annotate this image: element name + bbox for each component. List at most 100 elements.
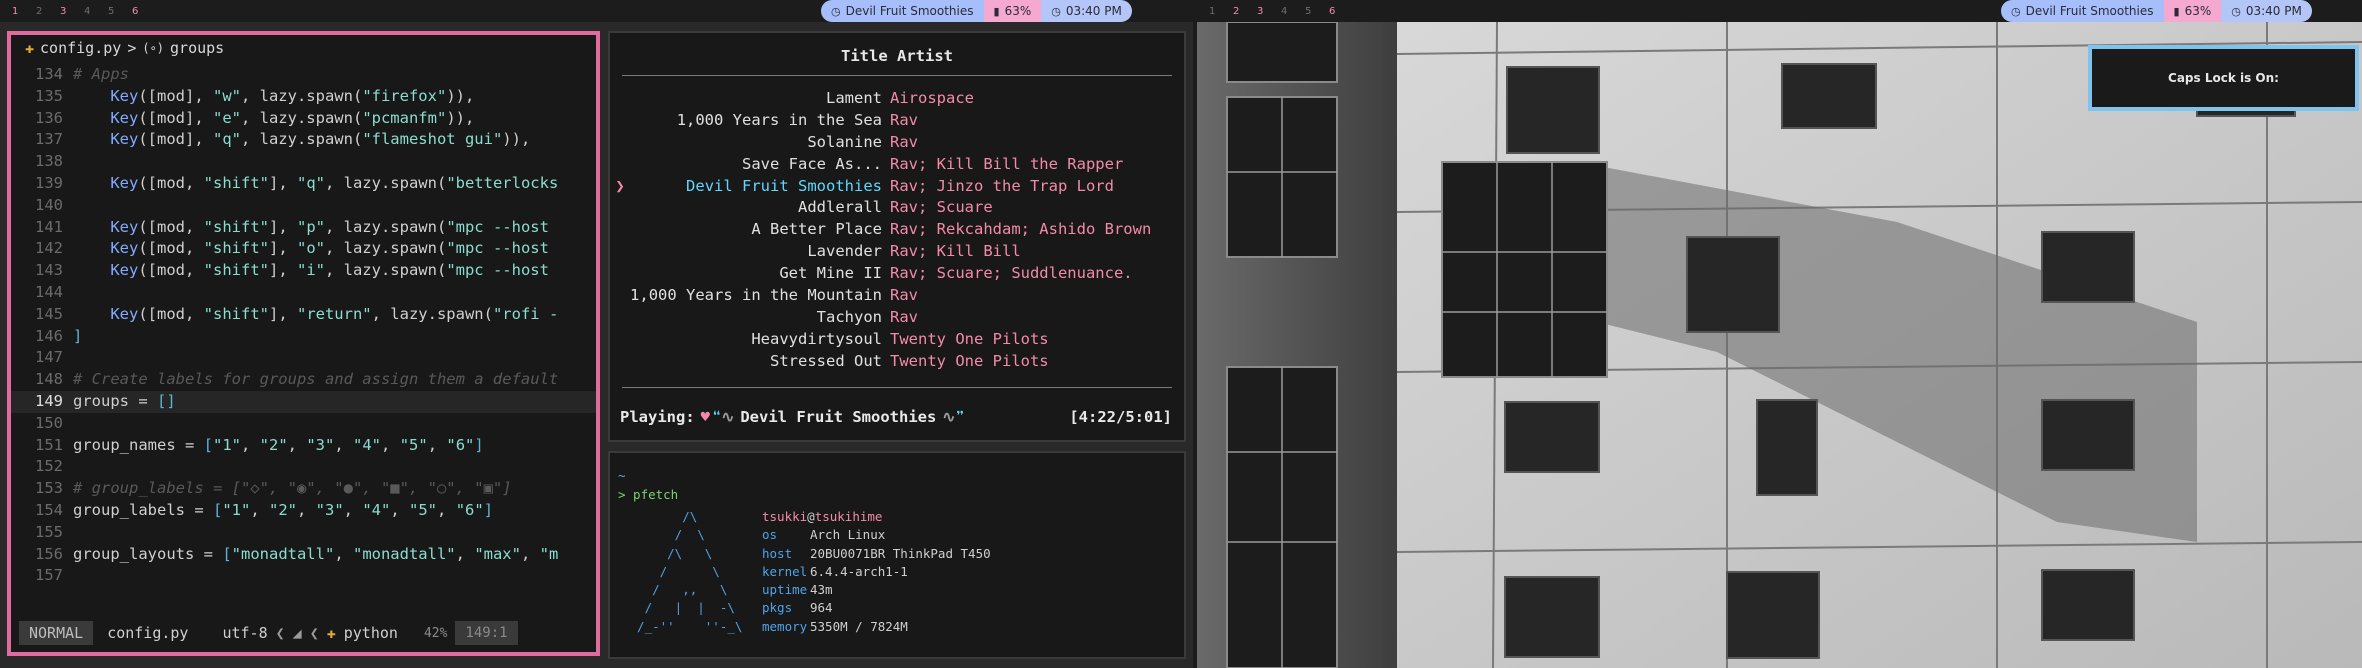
- code-line[interactable]: 148 # Create labels for groups and assign…: [11, 369, 596, 391]
- bar-widgets: ◷ Devil Fruit Smoothies ▮ 63% ◷ 03:40 PM: [821, 0, 1132, 22]
- code-token: "q": [296, 173, 325, 192]
- code-token: "betterlocks: [446, 173, 559, 192]
- track-artist: Rav; Kill Bill the Rapper: [890, 154, 1124, 173]
- code-line[interactable]: 153 # group_labels = ["◇", "◉", "●", "■",…: [11, 478, 596, 500]
- clock-icon: ◷: [1051, 4, 1061, 18]
- terminal-cwd: ~: [618, 468, 626, 483]
- line-number: 152: [35, 457, 63, 476]
- code-token: ,: [520, 544, 540, 563]
- code-line[interactable]: 151 group_names = ["1", "2", "3", "4", "5…: [11, 435, 596, 457]
- track-row[interactable]: Lavender Rav; Kill Bill: [610, 241, 1184, 263]
- pfetch-row: memory 5350M / 7824M: [762, 618, 991, 636]
- now-playing-widget[interactable]: ◷ Devil Fruit Smoothies: [2001, 0, 2164, 22]
- code-token: ([mod,: [138, 304, 204, 323]
- code-token: )),: [446, 108, 475, 127]
- music-player-window[interactable]: Title Artist Lament Airospace 1,000 Years …: [608, 31, 1186, 442]
- code-line[interactable]: 152: [11, 456, 596, 478]
- code-line[interactable]: 157: [11, 565, 596, 587]
- code-token: "2": [269, 500, 297, 519]
- code-token: ([mod],: [138, 130, 213, 149]
- track-row[interactable]: Save Face As... Rav; Kill Bill the Rapper: [610, 154, 1184, 176]
- code-token: ,: [455, 544, 475, 563]
- code-line[interactable]: 155: [11, 522, 596, 544]
- track-row[interactable]: Tachyon Rav: [610, 307, 1184, 329]
- track-row[interactable]: Heavydirtysoul Twenty One Pilots: [610, 329, 1184, 351]
- workspace-3[interactable]: 3: [1257, 6, 1281, 17]
- code-line[interactable]: 146]: [11, 326, 596, 348]
- code-token: # Apps: [73, 65, 129, 83]
- top-bar-right: 1 2 3 4 5 6 ◷ Devil Fruit Smoothies ▮ 63…: [1197, 0, 2362, 22]
- code-line[interactable]: 145 Key ([mod, "shift"], "return", lazy.s…: [11, 304, 596, 326]
- workspace-list: 1 2 3 4 5 6: [0, 0, 156, 22]
- code-line[interactable]: 143 Key ([mod, "shift"], "i", lazy.spawn(…: [11, 260, 596, 282]
- terminal-window[interactable]: ~ > pfetch /\ / \ /\ \ / \ / ,, \ / | | …: [608, 451, 1186, 659]
- playlist-header: Title Artist: [841, 47, 953, 65]
- track-row[interactable]: 1,000 Years in the Sea Rav: [610, 110, 1184, 132]
- line-number: 157: [35, 566, 63, 585]
- code-line[interactable]: 150: [11, 413, 596, 435]
- code-token: ],: [268, 217, 297, 236]
- track-artist: Airospace: [890, 89, 974, 107]
- track-row[interactable]: Get Mine II Rav; Scuare; Suddlenuance.: [610, 263, 1184, 285]
- code-line[interactable]: 154 group_labels = ["1", "2", "3", "4", "…: [11, 500, 596, 522]
- track-row[interactable]: ❯ Devil Fruit Smoothies Rav; Jinzo the Tra…: [610, 176, 1184, 198]
- python-icon: ✚: [326, 624, 336, 642]
- workspace-2[interactable]: 2: [36, 6, 60, 17]
- track-row[interactable]: 1,000 Years in the Mountain Rav: [610, 285, 1184, 307]
- workspace-1[interactable]: 1: [1209, 6, 1233, 17]
- code-area[interactable]: 134 # Apps 135 Key ([mod], "w", lazy.spawn(…: [11, 64, 596, 587]
- code-line[interactable]: 149 g roups = []: [11, 390, 596, 413]
- workspace-3[interactable]: 3: [60, 6, 84, 17]
- code-line[interactable]: 142 Key ([mod, "shift"], "o", lazy.spawn(…: [11, 238, 596, 260]
- code-line[interactable]: 138: [11, 151, 596, 173]
- workspace-5[interactable]: 5: [108, 6, 132, 17]
- track-row[interactable]: Solanine Rav: [610, 132, 1184, 154]
- selection-chevron-icon: [610, 154, 630, 176]
- code-line[interactable]: 134 # Apps: [11, 64, 596, 86]
- breadcrumb-symbol[interactable]: groups: [170, 39, 224, 57]
- workspace-2[interactable]: 2: [1233, 6, 1257, 17]
- track-row[interactable]: Lament Airospace: [610, 88, 1184, 110]
- code-token: ],: [268, 173, 297, 192]
- code-line[interactable]: 144: [11, 282, 596, 304]
- line-number: 143: [35, 261, 63, 280]
- code-line[interactable]: 156 group_layouts = ["monadtall", "monadt…: [11, 544, 596, 566]
- code-token: "1": [213, 435, 241, 454]
- workspace-4[interactable]: 4: [1281, 6, 1305, 17]
- code-token: ([mod],: [138, 86, 213, 105]
- workspace-6[interactable]: 6: [1329, 6, 1353, 17]
- code-token: # Create labels for groups and assign th…: [73, 370, 559, 389]
- code-token: ([mod,: [138, 239, 204, 258]
- code-token: "e": [212, 108, 241, 127]
- pfetch-key: os: [762, 527, 778, 543]
- code-line[interactable]: 147: [11, 347, 596, 369]
- code-line[interactable]: 140: [11, 195, 596, 217]
- code-line[interactable]: 139 Key ([mod, "shift"], "q", lazy.spawn(…: [11, 173, 596, 195]
- pfetch-row: uptime 43m: [762, 581, 991, 599]
- now-playing-widget[interactable]: ◷ Devil Fruit Smoothies: [821, 0, 984, 22]
- track-title: Lavender: [807, 242, 882, 261]
- code-line[interactable]: 137 Key ([mod], "q", lazy.spawn("flamesho…: [11, 129, 596, 151]
- code-line[interactable]: 135 Key ([mod], "w", lazy.spawn("firefox"…: [11, 86, 596, 108]
- track-list[interactable]: Lament Airospace 1,000 Years in the Sea Rav…: [610, 88, 1184, 373]
- track-row[interactable]: Stressed Out Twenty One Pilots: [610, 351, 1184, 373]
- code-token: ]: [483, 500, 494, 519]
- editor-window[interactable]: ✚ config.py > (∘) groups 134 # Apps 135 Ke…: [7, 31, 600, 656]
- selection-chevron-icon: [610, 241, 630, 263]
- workspace-4[interactable]: 4: [84, 6, 108, 17]
- workspace-5[interactable]: 5: [1305, 6, 1329, 17]
- code-line[interactable]: 141 Key ([mod, "shift"], "p", lazy.spawn(…: [11, 217, 596, 239]
- track-title: Get Mine II: [779, 264, 882, 283]
- pfetch-key: host: [762, 545, 793, 561]
- track-row[interactable]: Addlerall Rav; Scuare: [610, 197, 1184, 219]
- workspace-1[interactable]: 1: [12, 6, 36, 17]
- track-row[interactable]: A Better Place Rav; Rekcahdam; Ashido Bro…: [610, 219, 1184, 241]
- workspace-6[interactable]: 6: [132, 6, 156, 17]
- breadcrumb-file[interactable]: config.py: [40, 39, 121, 57]
- code-token: , lazy.spawn(: [371, 304, 493, 323]
- code-line[interactable]: 136 Key ([mod], "e", lazy.spawn("pcmanfm"…: [11, 108, 596, 130]
- line-number: 156: [35, 544, 63, 563]
- track-artist: Rav; Scuare: [890, 198, 993, 217]
